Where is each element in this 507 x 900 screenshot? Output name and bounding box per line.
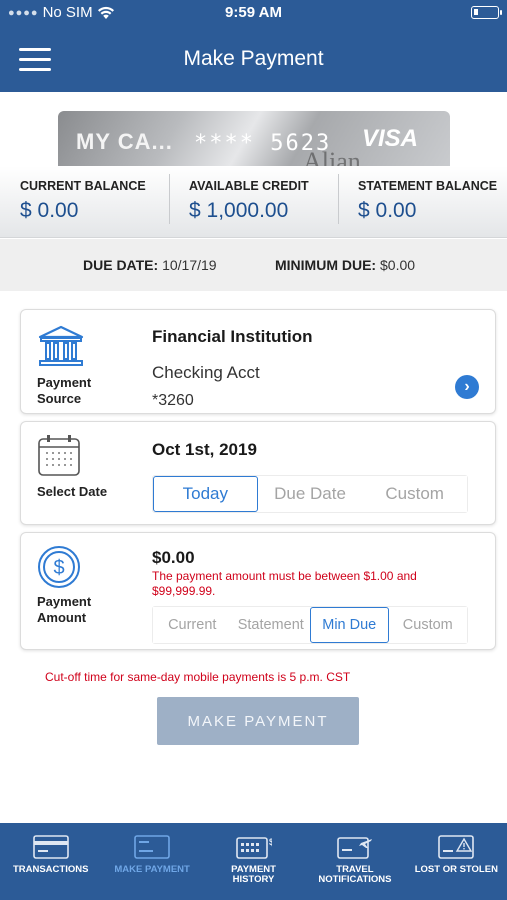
visa-logo: VISA [361, 125, 418, 152]
institution-name: Financial Institution [152, 327, 313, 346]
balance-value: $ 1,000.00 [189, 199, 289, 222]
travel-card-icon [337, 837, 372, 859]
payment-card-icon [134, 835, 170, 859]
svg-text:$: $ [53, 557, 64, 579]
page-title: Make Payment [183, 47, 324, 70]
date-option-today[interactable]: Today [153, 476, 258, 512]
amount-option-current[interactable]: Current [153, 607, 232, 643]
tab-payment-history[interactable]: $ PAYMENT HISTORY [203, 823, 304, 900]
account-type: Checking Acct [152, 363, 260, 382]
date-option-due-date[interactable]: Due Date [257, 476, 363, 512]
cutoff-notice: Cut-off time for same-day mobile payment… [45, 670, 351, 684]
amount-option-group: Current Statement Min Due Custom [152, 606, 468, 644]
tab-label: HISTORY [232, 874, 275, 885]
battery-icon [471, 6, 502, 19]
balances-bar: CURRENT BALANCE $ 0.00 AVAILABLE CREDIT … [0, 166, 507, 238]
available-credit: AVAILABLE CREDIT $ 1,000.00 [169, 166, 338, 237]
payment-history-icon: $ [235, 837, 272, 859]
amount-error-message: The payment amount must be between $1.00… [152, 569, 452, 599]
label-line: Payment [37, 594, 92, 609]
tab-label: MAKE PAYMENT [114, 864, 190, 875]
bank-icon [38, 325, 84, 366]
credit-card-image[interactable]: Alian MY CA... **** 5623 VISA [58, 111, 450, 166]
selected-date: Oct 1st, 2019 [152, 440, 257, 459]
make-payment-button[interactable]: MAKE PAYMENT [157, 697, 359, 745]
balance-value: $ 0.00 [20, 199, 79, 222]
minimum-due-value: $0.00 [380, 257, 416, 273]
amount-option-statement[interactable]: Statement [231, 607, 310, 643]
tab-make-payment[interactable]: MAKE PAYMENT [101, 823, 202, 900]
date-option-group: Today Due Date Custom [152, 475, 468, 513]
card-number: **** 5623 [194, 131, 332, 156]
minimum-due-label: MINIMUM DUE: [275, 257, 377, 273]
transactions-card-icon [32, 835, 69, 859]
payment-amount-value: $0.00 [152, 548, 195, 567]
select-date-label: Select Date [37, 484, 108, 499]
clock: 9:59 AM [225, 4, 282, 21]
tab-transactions[interactable]: TRANSACTIONS [0, 823, 101, 900]
tab-label: TRANSACTIONS [12, 864, 89, 875]
balance-label: STATEMENT BALANCE [358, 179, 498, 193]
tab-travel-notifications[interactable]: TRAVEL NOTIFICATIONS [304, 823, 405, 900]
svg-text:$: $ [269, 837, 272, 847]
card-area: Alian MY CA... **** 5623 VISA [0, 92, 507, 166]
due-date-label: DUE DATE: [83, 257, 159, 273]
label-line: Payment [37, 375, 92, 390]
minimum-due: MINIMUM DUE: $0.00 [275, 257, 415, 273]
calendar-icon [38, 435, 80, 476]
due-date-value: 10/17/19 [162, 257, 217, 273]
balance-label: CURRENT BALANCE [20, 179, 146, 193]
tab-label: LOST OR STOLEN [414, 864, 498, 875]
amount-option-custom[interactable]: Custom [388, 607, 468, 643]
due-date: DUE DATE: 10/17/19 [83, 257, 217, 273]
chevron-right-icon[interactable]: › [455, 375, 479, 399]
amount-option-min-due[interactable]: Min Due [310, 607, 389, 643]
dollar-coin-icon: $ [38, 546, 80, 588]
account-number: *3260 [152, 392, 194, 409]
due-info-bar: DUE DATE: 10/17/19 MINIMUM DUE: $0.00 [0, 239, 507, 291]
payment-amount-label: Payment Amount [37, 594, 91, 626]
balance-label: AVAILABLE CREDIT [189, 179, 309, 193]
error-line: The payment amount must be between $1.00… [152, 569, 417, 583]
payment-source-panel[interactable]: Payment Source Financial Institution Che… [20, 309, 496, 414]
payment-source-label: Payment Source [37, 375, 91, 407]
date-option-custom[interactable]: Custom [362, 476, 468, 512]
card-name: MY CA... [76, 129, 173, 154]
statement-balance: STATEMENT BALANCE $ 0.00 [338, 166, 507, 237]
tab-lost-or-stolen[interactable]: LOST OR STOLEN [406, 823, 507, 900]
app-header: Make Payment [0, 26, 507, 92]
bottom-tab-bar: TRANSACTIONS MAKE PAYMENT $ PAYMENT HIST… [0, 823, 507, 900]
balance-value: $ 0.00 [358, 199, 417, 222]
payment-amount-panel: $ Payment Amount $0.00 The payment amoun… [20, 532, 496, 650]
lost-card-warning-icon [438, 835, 475, 859]
status-bar: ●●●● No SIM 9:59 AM [0, 0, 507, 26]
current-balance: CURRENT BALANCE $ 0.00 [0, 166, 169, 237]
label-line: Amount [37, 610, 87, 625]
select-date-panel: Select Date Oct 1st, 2019 Today Due Date… [20, 421, 496, 525]
tab-label: NOTIFICATIONS [318, 874, 392, 885]
label-line: Source [37, 391, 82, 406]
error-line: $99,999.99. [152, 584, 216, 598]
